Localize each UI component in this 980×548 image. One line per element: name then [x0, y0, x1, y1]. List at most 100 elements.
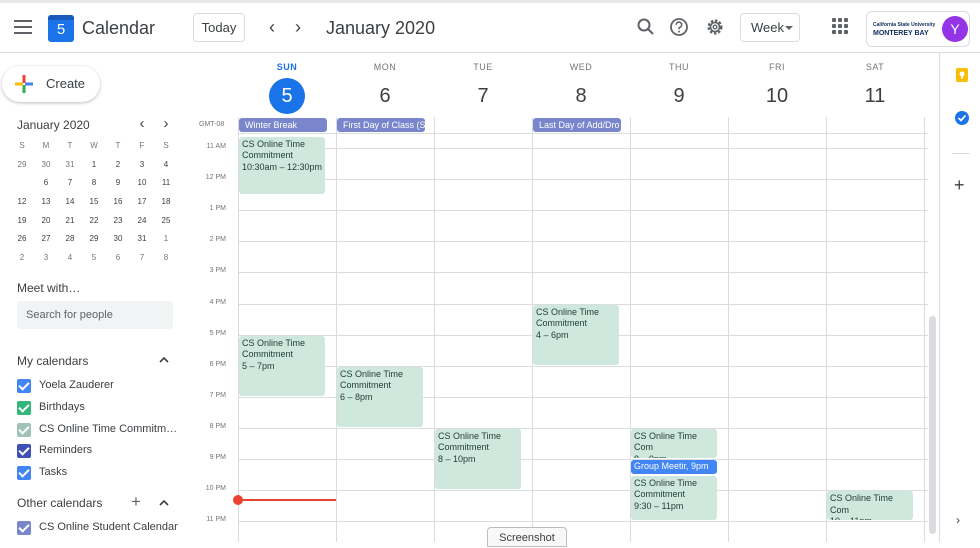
mini-day[interactable]: 8 [82, 174, 106, 193]
settings-icon[interactable] [704, 16, 726, 38]
mini-day[interactable]: 31 [130, 230, 154, 249]
mini-day[interactable]: 15 [82, 193, 106, 212]
chevron-up-icon[interactable] [158, 354, 170, 366]
keep-icon[interactable] [954, 67, 970, 83]
day-header-date[interactable]: 9 [630, 78, 728, 114]
day-header[interactable]: SUN 5 [238, 62, 336, 114]
add-addon-icon[interactable]: + [954, 176, 965, 194]
all-day-event[interactable]: Winter Break [239, 118, 328, 132]
calendar-item[interactable]: CS Online Student Calendar [17, 520, 182, 536]
day-header[interactable]: MON 6 [336, 62, 434, 114]
day-header-date[interactable]: 6 [336, 78, 434, 114]
day-header[interactable]: WED 8 [532, 62, 630, 114]
mini-day[interactable]: 1 [82, 156, 106, 175]
checkbox-icon[interactable] [17, 422, 31, 437]
search-people-input[interactable]: Search for people [17, 301, 173, 329]
mini-day[interactable]: 18 [154, 193, 178, 212]
avatar[interactable]: Y [942, 16, 968, 42]
create-button[interactable]: Create [2, 66, 100, 102]
mini-day[interactable]: 2 [106, 156, 130, 175]
account-box[interactable]: California State University MONTEREY BAY… [866, 11, 970, 47]
mini-day[interactable]: 23 [106, 212, 130, 231]
mini-day[interactable]: 29 [10, 156, 34, 175]
checkbox-icon[interactable] [17, 400, 31, 415]
checkbox-icon[interactable] [17, 379, 31, 393]
mini-day[interactable]: 7 [58, 174, 82, 193]
view-selector[interactable]: Week [740, 13, 800, 42]
search-icon[interactable] [635, 16, 657, 38]
mini-day[interactable]: 11 [154, 174, 178, 193]
my-calendars-title[interactable]: My calendars [17, 354, 88, 368]
calendar-logo-icon[interactable]: 5 [48, 15, 74, 42]
mini-day[interactable]: 29 [82, 230, 106, 249]
event-block[interactable]: CS Online Time Commitment 6 – 8pm [337, 366, 424, 427]
mini-day[interactable]: 13 [34, 193, 58, 212]
day-header[interactable]: FRI 10 [728, 62, 826, 114]
tasks-icon[interactable] [954, 110, 970, 126]
chevron-up-icon[interactable] [158, 497, 170, 509]
add-calendar-icon[interactable]: + [131, 493, 141, 510]
week-grid[interactable]: Winter Break First Day of Class (S Last Da… [233, 117, 928, 542]
mini-day[interactable]: 4 [58, 249, 82, 268]
mini-day[interactable]: 19 [10, 212, 34, 231]
mini-day[interactable]: 21 [58, 212, 82, 231]
calendar-item[interactable]: Tasks [17, 465, 182, 481]
event-block[interactable]: CS Online Time Commitment 4 – 6pm [533, 304, 620, 365]
mini-day[interactable]: 6 [106, 249, 130, 268]
mini-day[interactable]: 26 [10, 230, 34, 249]
checkbox-icon[interactable] [17, 521, 31, 535]
calendar-item[interactable]: Reminders [17, 443, 182, 459]
today-button[interactable]: Today [193, 13, 245, 42]
mini-day[interactable]: 30 [34, 156, 58, 175]
mini-day[interactable]: 1 [154, 230, 178, 249]
all-day-event[interactable]: Last Day of Add/Dro [533, 118, 622, 132]
mini-day[interactable]: 14 [58, 193, 82, 212]
all-day-event[interactable]: First Day of Class (S [337, 118, 426, 132]
event-block[interactable]: CS Online Time Commitment 5 – 7pm [239, 335, 326, 396]
chevron-right-icon[interactable]: › [956, 513, 960, 527]
other-calendars-title[interactable]: Other calendars [17, 496, 102, 510]
mini-day[interactable]: 31 [58, 156, 82, 175]
mini-next-month-button[interactable]: › [158, 116, 174, 132]
mini-day[interactable]: 7 [130, 249, 154, 268]
help-icon[interactable] [668, 16, 690, 38]
mini-day[interactable]: 8 [154, 249, 178, 268]
event-block[interactable]: CS Online Time Com8 – 9pm [631, 428, 718, 458]
mini-day[interactable]: 2 [10, 249, 34, 268]
menu-icon[interactable] [12, 16, 34, 38]
day-header-date[interactable]: 5 [269, 78, 305, 114]
day-header-date[interactable]: 10 [728, 78, 826, 114]
event-block[interactable]: CS Online Time Commitment 8 – 10pm [435, 428, 522, 490]
calendar-item[interactable]: CS Online Time Commitm… [17, 422, 182, 438]
event-block[interactable]: Group Meetir, 9pm [631, 460, 718, 474]
next-week-button[interactable]: › [287, 16, 309, 38]
apps-icon[interactable] [832, 18, 848, 34]
day-header-date[interactable]: 7 [434, 78, 532, 114]
mini-day[interactable]: 16 [106, 193, 130, 212]
mini-day[interactable]: 12 [10, 193, 34, 212]
mini-day[interactable]: 20 [34, 212, 58, 231]
mini-prev-month-button[interactable]: ‹ [134, 116, 150, 132]
event-block[interactable]: CS Online Time Commitment 10:30am – 12:30… [239, 136, 326, 194]
day-header[interactable]: THU 9 [630, 62, 728, 114]
day-header-date[interactable]: 11 [826, 78, 924, 114]
mini-day[interactable]: 22 [82, 212, 106, 231]
mini-day[interactable]: 3 [34, 249, 58, 268]
mini-day[interactable]: 27 [34, 230, 58, 249]
mini-day[interactable]: 25 [154, 212, 178, 231]
checkbox-icon[interactable] [17, 444, 31, 459]
mini-day[interactable]: 10 [130, 174, 154, 193]
mini-day[interactable]: 30 [106, 230, 130, 249]
mini-day[interactable]: 24 [130, 212, 154, 231]
day-header[interactable]: TUE 7 [434, 62, 532, 114]
checkbox-icon[interactable] [17, 466, 31, 481]
mini-day[interactable]: 28 [58, 230, 82, 249]
mini-day[interactable]: 5 [82, 249, 106, 268]
day-header-date[interactable]: 8 [532, 78, 630, 114]
event-block[interactable]: CS Online Time Commitment 9:30 – 11pm [631, 475, 718, 521]
mini-day[interactable]: 17 [130, 193, 154, 212]
mini-day[interactable]: 5 [10, 174, 34, 193]
mini-day[interactable]: 9 [106, 174, 130, 193]
mini-day[interactable]: 3 [130, 156, 154, 175]
event-block[interactable]: CS Online Time Com10 – 11pm [827, 491, 914, 521]
